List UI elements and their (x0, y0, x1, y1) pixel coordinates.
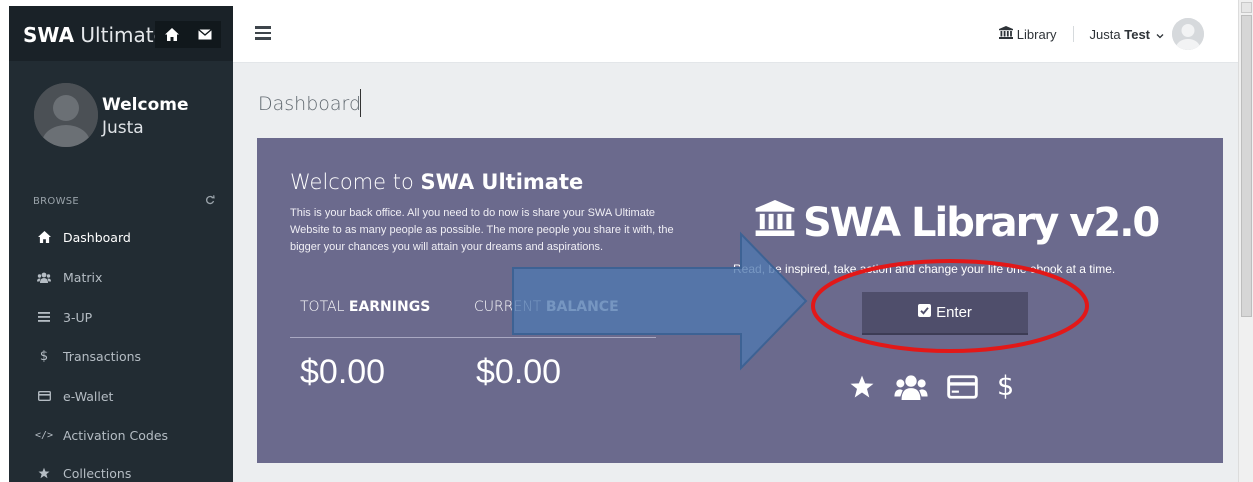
check-square-icon (918, 304, 936, 321)
home-icon (164, 28, 179, 41)
library-feature-icons: $ (849, 371, 1033, 402)
envelope-icon (197, 29, 212, 40)
divider (1072, 26, 1074, 42)
browse-section-header: BROWSE (33, 191, 223, 207)
current-balance-value: $0.00 (476, 353, 562, 391)
user-menu-name: Justa Test (1089, 26, 1150, 42)
chevron-down-icon (1156, 27, 1164, 42)
scroll-up-arrow[interactable] (1241, 2, 1252, 13)
avatar-silhouette-icon (1172, 18, 1204, 50)
sidebar-item-ewallet[interactable]: e-Wallet (9, 377, 233, 415)
library-tagline: Read, be inspired, take action and chang… (733, 262, 1116, 276)
bank-icon (755, 200, 803, 246)
top-bar: Library Justa Test (233, 6, 1238, 63)
scrollbar-thumb[interactable] (1241, 15, 1252, 317)
enter-library-button[interactable]: Enter (862, 292, 1028, 335)
menu-toggle-icon[interactable] (255, 26, 271, 40)
welcome-text: Welcome (102, 95, 189, 115)
sidebar-item-label: Dashboard (63, 229, 131, 245)
vertical-scrollbar[interactable] (1238, 0, 1253, 482)
brand-logo[interactable]: SWA Ultimate (23, 23, 166, 47)
code-icon: </> (34, 429, 54, 441)
browse-label: BROWSE (33, 196, 80, 207)
total-earnings-label: TOTAL EARNINGS (300, 299, 431, 315)
avatar[interactable] (1172, 18, 1204, 50)
brand-button-group (155, 21, 221, 48)
main-content: Dashboard Welcome to SWA Ultimate This i… (233, 63, 1238, 482)
sidebar: SWA Ultimate Welcome Justa BROWSE Dashbo… (9, 6, 233, 482)
sidebar-item-collections[interactable]: Collections (9, 454, 233, 482)
welcome-description: This is your back office. All you need t… (290, 207, 674, 253)
library-title: SWA Library v2.0 (755, 200, 1160, 246)
user-panel: Welcome Justa (9, 61, 233, 171)
home-button[interactable] (155, 21, 188, 48)
avatar-silhouette-icon (34, 83, 98, 147)
stats-divider (290, 337, 656, 338)
sidebar-item-3up[interactable]: 3-UP (9, 298, 233, 336)
top-right-nav: Library Justa Test (998, 18, 1204, 50)
sidebar-item-label: Matrix (63, 269, 103, 285)
welcome-heading: Welcome to SWA Ultimate (290, 170, 584, 194)
page-title: Dashboard (258, 93, 362, 115)
text-cursor (360, 89, 361, 117)
brand-bar: SWA Ultimate (9, 6, 233, 61)
sidebar-item-label: Transactions (63, 348, 142, 364)
avatar[interactable] (34, 83, 98, 147)
brand-name-bold: SWA (23, 23, 75, 47)
welcome-user-name: Justa (102, 118, 144, 138)
sidebar-item-label: Collections (63, 465, 132, 481)
users-icon (37, 270, 51, 284)
dollar-icon[interactable]: $ (997, 371, 1014, 402)
sidebar-item-label: 3-UP (63, 309, 93, 325)
credit-card-icon[interactable] (947, 374, 978, 399)
sidebar-item-transactions[interactable]: $ Transactions (9, 337, 233, 375)
browser-viewport: SWA Ultimate Welcome Justa BROWSE Dashbo… (0, 0, 1253, 482)
users-icon[interactable] (894, 374, 928, 400)
star-icon[interactable] (849, 374, 875, 399)
library-link-label: Library (1016, 26, 1057, 42)
library-title-text: SWA Library v2.0 (803, 200, 1160, 246)
star-icon (37, 466, 51, 480)
user-menu[interactable]: Justa Test (1090, 18, 1204, 50)
total-earnings-value: $0.00 (300, 353, 386, 391)
sidebar-item-label: Activation Codes (63, 427, 169, 443)
mail-button[interactable] (188, 21, 221, 48)
sidebar-item-dashboard[interactable]: Dashboard (9, 218, 233, 256)
credit-card-icon (37, 389, 51, 403)
bars-icon (37, 310, 51, 324)
sidebar-item-activation-codes[interactable]: </> Activation Codes (9, 416, 233, 454)
bank-icon (998, 26, 1017, 42)
brand-name-light: Ultimate (74, 23, 166, 47)
enter-button-label: Enter (936, 304, 972, 321)
welcome-panel: Welcome to SWA Ultimate This is your bac… (257, 138, 1223, 463)
library-link[interactable]: Library (998, 26, 1057, 42)
current-balance-label: CURRENT BALANCE (474, 299, 619, 315)
sidebar-item-label: e-Wallet (63, 388, 114, 404)
sidebar-item-matrix[interactable]: Matrix (9, 258, 233, 296)
dollar-icon: $ (39, 348, 49, 364)
refresh-icon[interactable] (205, 192, 215, 210)
home-icon (37, 230, 51, 244)
